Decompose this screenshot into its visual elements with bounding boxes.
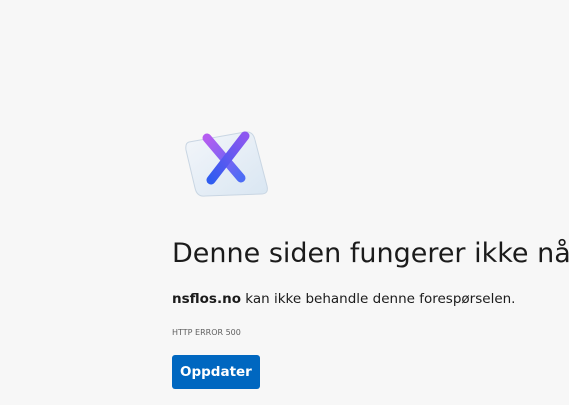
x-mark-on-paper-icon xyxy=(185,131,268,197)
error-message-text: kan ikke behandle denne forespørselen. xyxy=(240,291,516,307)
error-message: nsflos.no kan ikke behandle denne foresp… xyxy=(172,291,515,307)
error-host: nsflos.no xyxy=(172,291,241,307)
error-page: Denne siden fungerer ikke nå nsflos.no k… xyxy=(0,0,569,405)
error-code: HTTP ERROR 500 xyxy=(172,328,241,337)
page-title: Denne siden fungerer ikke nå xyxy=(172,238,569,269)
reload-button[interactable]: Oppdater xyxy=(172,355,260,389)
